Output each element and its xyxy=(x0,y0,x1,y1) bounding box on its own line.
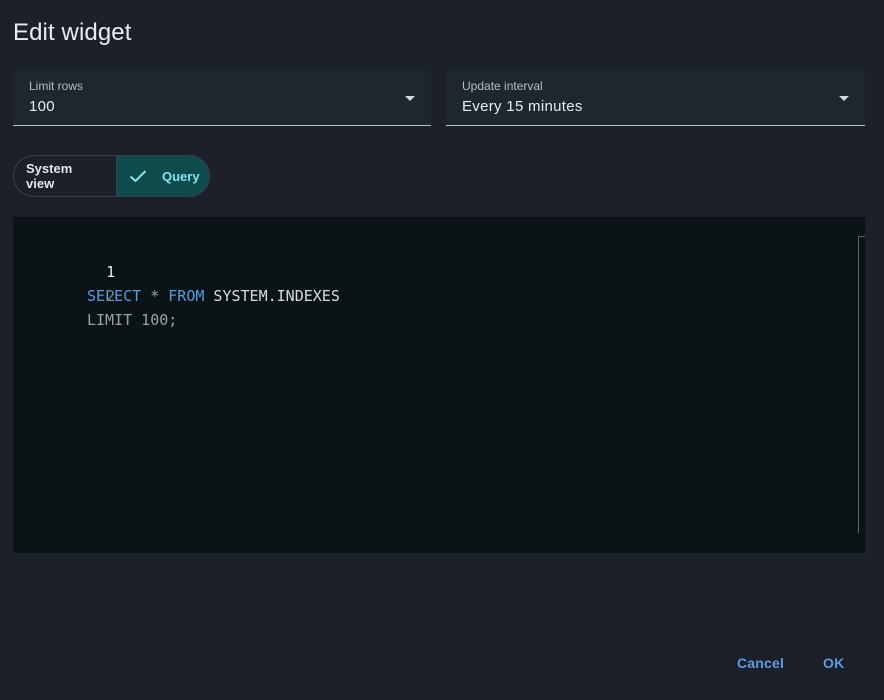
editor-scrollbar[interactable] xyxy=(858,236,865,533)
cancel-button[interactable]: Cancel xyxy=(737,655,784,671)
limit-rows-label: Limit rows xyxy=(29,79,84,93)
editor-line: 2 LIMIT 100; xyxy=(13,260,177,329)
editor-line: 1 SELECT * FROM SYSTEM.INDEXES xyxy=(13,236,340,305)
code-line: LIMIT 100; xyxy=(87,311,178,329)
code-token: * xyxy=(141,287,169,305)
query-toggle-label: Query xyxy=(162,168,200,184)
update-interval-label: Update interval xyxy=(462,79,543,93)
ok-button[interactable]: OK xyxy=(823,655,844,671)
sql-code-editor[interactable]: 1 SELECT * FROM SYSTEM.INDEXES 2 LIMIT 1… xyxy=(13,217,865,553)
mode-toggle-group: System view Query xyxy=(13,155,210,197)
line-number: 1 xyxy=(106,263,116,281)
system-view-toggle-label: System view xyxy=(26,161,73,191)
edit-widget-dialog: Edit widget Limit rows 100 Update interv… xyxy=(0,0,884,700)
system-view-toggle[interactable]: System view xyxy=(14,156,117,196)
check-icon xyxy=(129,170,147,183)
code-token: FROM xyxy=(168,287,205,305)
update-interval-select[interactable]: Update interval Every 15 minutes xyxy=(446,70,865,126)
line-number: 2 xyxy=(106,287,116,305)
limit-rows-select[interactable]: Limit rows 100 xyxy=(13,70,431,126)
code-line: SELECT * FROM SYSTEM.INDEXES xyxy=(87,284,340,308)
update-interval-value: Every 15 minutes xyxy=(462,98,583,115)
code-token: SYSTEM.INDEXES xyxy=(204,287,340,305)
caret-down-icon[interactable] xyxy=(405,96,415,101)
dialog-title: Edit widget xyxy=(13,19,132,46)
caret-down-icon[interactable] xyxy=(839,96,849,101)
query-toggle[interactable]: Query xyxy=(117,156,209,196)
limit-rows-value: 100 xyxy=(29,98,55,115)
